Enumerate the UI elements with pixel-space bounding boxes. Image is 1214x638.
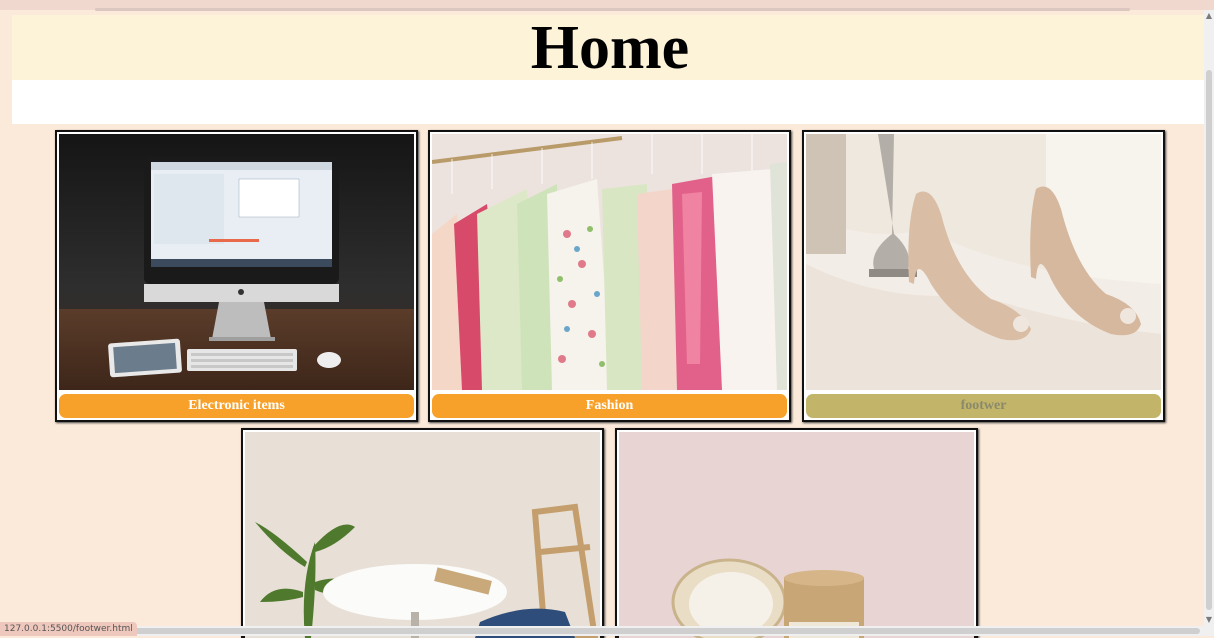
fashion-image [432, 134, 787, 390]
vertical-scrollbar[interactable]: ▲ ▼ [1204, 10, 1214, 626]
category-card-electronics[interactable]: Electronic items [55, 130, 418, 422]
category-card-fashion[interactable]: Fashion [428, 130, 791, 422]
header-spacer [12, 80, 1208, 124]
scroll-down-icon[interactable]: ▼ [1205, 616, 1213, 624]
products-image [619, 432, 974, 638]
category-card-footwear[interactable]: footwer [802, 130, 1165, 422]
footwear-image [806, 134, 1161, 390]
electronics-image [59, 134, 414, 390]
vertical-scroll-thumb[interactable] [1206, 70, 1212, 610]
status-bar-url: 127.0.0.1:5500/footwer.html [0, 622, 137, 636]
furniture-image [245, 432, 600, 638]
browser-top-strip [0, 0, 1214, 11]
page-title: Home [530, 14, 690, 82]
card-label-fashion[interactable]: Fashion [432, 394, 787, 418]
horizontal-scroll-thumb[interactable] [120, 628, 1200, 634]
card-label-footwear[interactable]: footwer [806, 394, 1161, 418]
category-card-products[interactable] [615, 428, 978, 638]
scroll-up-icon[interactable]: ▲ [1205, 12, 1213, 20]
tab-bar [95, 8, 1130, 11]
category-card-furniture[interactable] [241, 428, 604, 638]
horizontal-scrollbar[interactable] [0, 626, 1214, 636]
page-header: Home [12, 15, 1208, 80]
card-label-electronics[interactable]: Electronic items [59, 394, 414, 418]
